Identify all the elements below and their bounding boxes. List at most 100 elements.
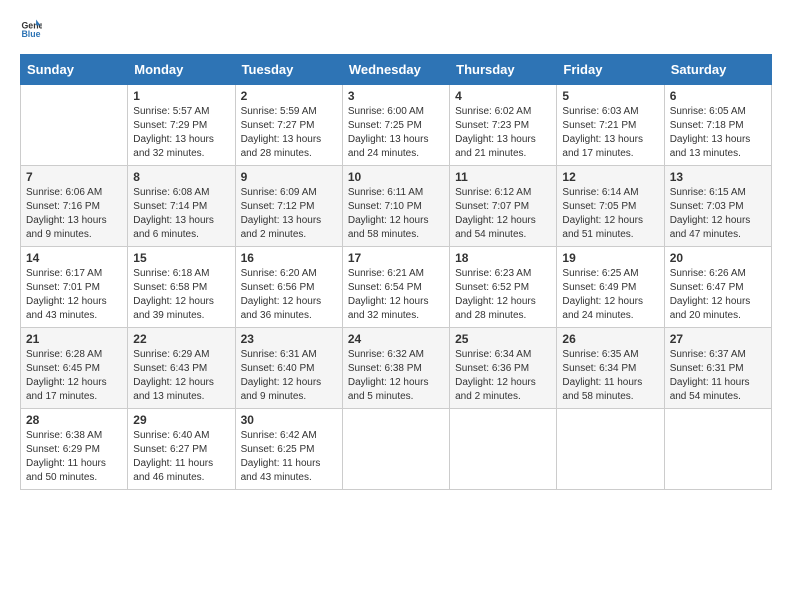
calendar-cell: 8 Sunrise: 6:08 AM Sunset: 7:14 PM Daylig… [128,166,235,247]
calendar-header-row: SundayMondayTuesdayWednesdayThursdayFrid… [21,55,772,85]
day-number: 15 [133,251,229,265]
day-number: 9 [241,170,337,184]
weekday-header-saturday: Saturday [664,55,771,85]
day-info: Sunrise: 5:57 AM Sunset: 7:29 PM Dayligh… [133,105,229,161]
day-number: 28 [26,413,122,427]
calendar-cell [450,409,557,490]
calendar-table: SundayMondayTuesdayWednesdayThursdayFrid… [20,54,772,490]
day-info: Sunrise: 6:03 AM Sunset: 7:21 PM Dayligh… [562,105,658,161]
day-number: 7 [26,170,122,184]
calendar-cell: 27 Sunrise: 6:37 AM Sunset: 6:31 PM Dayli… [664,328,771,409]
calendar-cell: 18 Sunrise: 6:23 AM Sunset: 6:52 PM Dayli… [450,247,557,328]
calendar-cell: 5 Sunrise: 6:03 AM Sunset: 7:21 PM Daylig… [557,85,664,166]
calendar-cell: 3 Sunrise: 6:00 AM Sunset: 7:25 PM Daylig… [342,85,449,166]
calendar-cell: 9Sunrise: 6:09 AM Sunset: 7:12 PM Daylig… [235,166,342,247]
calendar-cell: 1Sunrise: 5:57 AM Sunset: 7:29 PM Daylig… [128,85,235,166]
calendar-cell: 6Sunrise: 6:05 AM Sunset: 7:18 PM Daylig… [664,85,771,166]
day-info: Sunrise: 6:32 AM Sunset: 6:38 PM Dayligh… [348,348,444,404]
day-number: 23 [241,332,337,346]
calendar-cell [557,409,664,490]
day-info: Sunrise: 6:42 AM Sunset: 6:25 PM Dayligh… [241,429,337,485]
day-info: Sunrise: 6:35 AM Sunset: 6:34 PM Dayligh… [562,348,658,404]
day-info: Sunrise: 6:26 AM Sunset: 6:47 PM Dayligh… [670,267,766,323]
calendar-cell: 25 Sunrise: 6:34 AM Sunset: 6:36 PM Dayli… [450,328,557,409]
weekday-header-monday: Monday [128,55,235,85]
calendar-cell [664,409,771,490]
calendar-cell: 24 Sunrise: 6:32 AM Sunset: 6:38 PM Dayli… [342,328,449,409]
weekday-header-wednesday: Wednesday [342,55,449,85]
calendar-cell: 17 Sunrise: 6:21 AM Sunset: 6:54 PM Dayli… [342,247,449,328]
logo-icon: General Blue [20,18,42,40]
calendar-cell: 21 Sunrise: 6:28 AM Sunset: 6:45 PM Dayli… [21,328,128,409]
calendar-week-row: 28 Sunrise: 6:38 AM Sunset: 6:29 PM Dayli… [21,409,772,490]
logo: General Blue [20,18,46,40]
calendar-week-row: 21 Sunrise: 6:28 AM Sunset: 6:45 PM Dayli… [21,328,772,409]
day-number: 13 [670,170,766,184]
day-info: Sunrise: 6:15 AM Sunset: 7:03 PM Dayligh… [670,186,766,242]
day-info: Sunrise: 6:12 AM Sunset: 7:07 PM Dayligh… [455,186,551,242]
day-number: 21 [26,332,122,346]
calendar-cell: 16Sunrise: 6:20 AM Sunset: 6:56 PM Dayli… [235,247,342,328]
calendar-cell: 2 Sunrise: 5:59 AM Sunset: 7:27 PM Daylig… [235,85,342,166]
day-number: 16 [241,251,337,265]
day-info: Sunrise: 6:40 AM Sunset: 6:27 PM Dayligh… [133,429,229,485]
calendar-cell: 26Sunrise: 6:35 AM Sunset: 6:34 PM Dayli… [557,328,664,409]
day-number: 18 [455,251,551,265]
day-info: Sunrise: 6:38 AM Sunset: 6:29 PM Dayligh… [26,429,122,485]
calendar-cell [21,85,128,166]
calendar-week-row: 14 Sunrise: 6:17 AM Sunset: 7:01 PM Dayli… [21,247,772,328]
day-number: 2 [241,89,337,103]
day-number: 5 [562,89,658,103]
day-number: 20 [670,251,766,265]
day-number: 19 [562,251,658,265]
day-info: Sunrise: 6:11 AM Sunset: 7:10 PM Dayligh… [348,186,444,242]
day-info: Sunrise: 6:29 AM Sunset: 6:43 PM Dayligh… [133,348,229,404]
calendar-cell: 15Sunrise: 6:18 AM Sunset: 6:58 PM Dayli… [128,247,235,328]
day-info: Sunrise: 6:28 AM Sunset: 6:45 PM Dayligh… [26,348,122,404]
day-info: Sunrise: 6:23 AM Sunset: 6:52 PM Dayligh… [455,267,551,323]
day-info: Sunrise: 6:37 AM Sunset: 6:31 PM Dayligh… [670,348,766,404]
day-info: Sunrise: 5:59 AM Sunset: 7:27 PM Dayligh… [241,105,337,161]
svg-text:Blue: Blue [21,29,40,39]
day-number: 29 [133,413,229,427]
calendar-cell: 22 Sunrise: 6:29 AM Sunset: 6:43 PM Dayli… [128,328,235,409]
day-info: Sunrise: 6:02 AM Sunset: 7:23 PM Dayligh… [455,105,551,161]
day-number: 17 [348,251,444,265]
day-number: 14 [26,251,122,265]
day-number: 24 [348,332,444,346]
day-info: Sunrise: 6:17 AM Sunset: 7:01 PM Dayligh… [26,267,122,323]
weekday-header-sunday: Sunday [21,55,128,85]
calendar-cell: 20 Sunrise: 6:26 AM Sunset: 6:47 PM Dayli… [664,247,771,328]
day-info: Sunrise: 6:31 AM Sunset: 6:40 PM Dayligh… [241,348,337,404]
day-number: 4 [455,89,551,103]
calendar-cell: 12 Sunrise: 6:14 AM Sunset: 7:05 PM Dayli… [557,166,664,247]
day-number: 22 [133,332,229,346]
day-info: Sunrise: 6:34 AM Sunset: 6:36 PM Dayligh… [455,348,551,404]
day-info: Sunrise: 6:14 AM Sunset: 7:05 PM Dayligh… [562,186,658,242]
day-number: 25 [455,332,551,346]
calendar-cell: 14 Sunrise: 6:17 AM Sunset: 7:01 PM Dayli… [21,247,128,328]
day-info: Sunrise: 6:21 AM Sunset: 6:54 PM Dayligh… [348,267,444,323]
weekday-header-friday: Friday [557,55,664,85]
calendar-week-row: 1Sunrise: 5:57 AM Sunset: 7:29 PM Daylig… [21,85,772,166]
day-info: Sunrise: 6:06 AM Sunset: 7:16 PM Dayligh… [26,186,122,242]
calendar-cell: 7 Sunrise: 6:06 AM Sunset: 7:16 PM Daylig… [21,166,128,247]
calendar-cell: 23 Sunrise: 6:31 AM Sunset: 6:40 PM Dayli… [235,328,342,409]
calendar-cell: 30 Sunrise: 6:42 AM Sunset: 6:25 PM Dayli… [235,409,342,490]
day-number: 27 [670,332,766,346]
calendar-cell: 4 Sunrise: 6:02 AM Sunset: 7:23 PM Daylig… [450,85,557,166]
page-header: General Blue [20,18,772,40]
day-number: 30 [241,413,337,427]
calendar-week-row: 7 Sunrise: 6:06 AM Sunset: 7:16 PM Daylig… [21,166,772,247]
weekday-header-tuesday: Tuesday [235,55,342,85]
calendar-cell: 10 Sunrise: 6:11 AM Sunset: 7:10 PM Dayli… [342,166,449,247]
calendar-cell: 29 Sunrise: 6:40 AM Sunset: 6:27 PM Dayli… [128,409,235,490]
day-number: 12 [562,170,658,184]
calendar-cell: 13 Sunrise: 6:15 AM Sunset: 7:03 PM Dayli… [664,166,771,247]
day-number: 3 [348,89,444,103]
day-number: 10 [348,170,444,184]
day-number: 8 [133,170,229,184]
day-info: Sunrise: 6:00 AM Sunset: 7:25 PM Dayligh… [348,105,444,161]
day-info: Sunrise: 6:08 AM Sunset: 7:14 PM Dayligh… [133,186,229,242]
day-number: 6 [670,89,766,103]
